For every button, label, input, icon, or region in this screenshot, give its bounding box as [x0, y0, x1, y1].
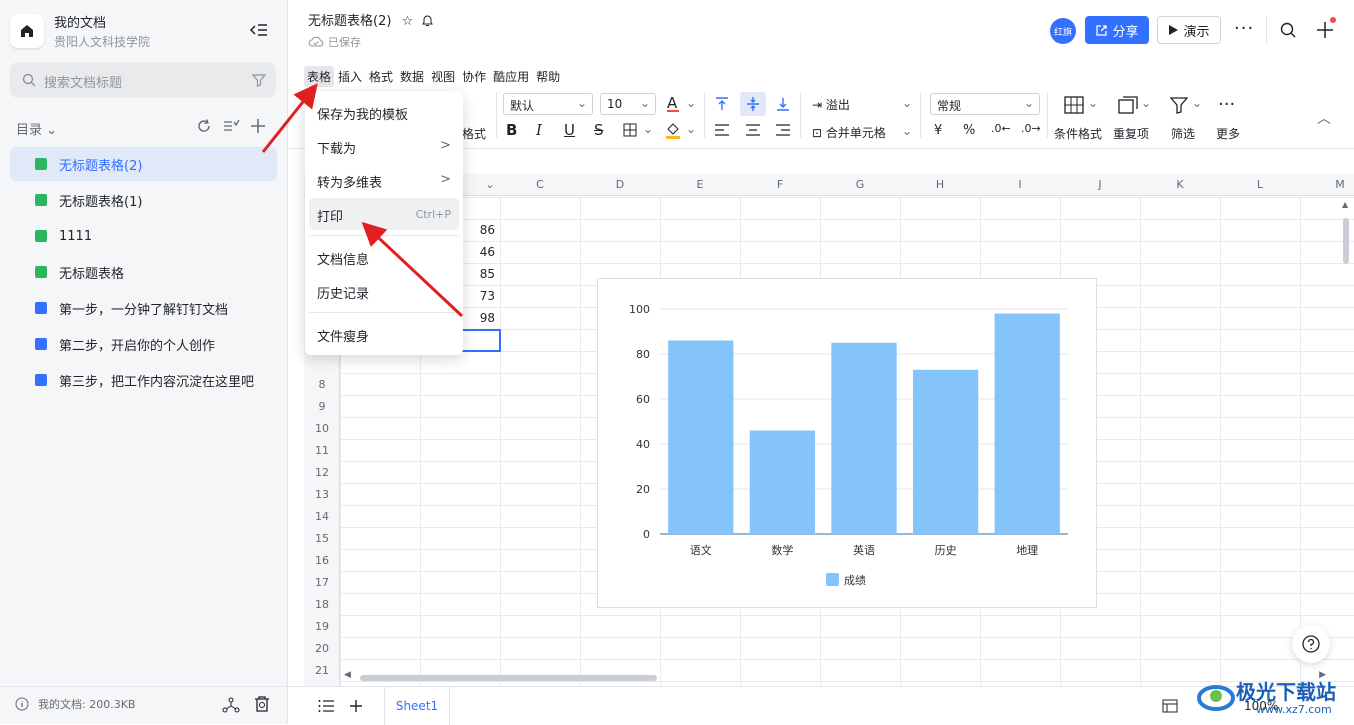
help-button[interactable]: [1292, 625, 1330, 663]
annotation-arrows: [261, 83, 464, 318]
watermark-logo: 极光下载站 www.xz7.com: [1196, 670, 1346, 722]
watermark-swirl-icon: [1197, 685, 1235, 711]
help-icon: [1302, 635, 1320, 653]
layout-icon[interactable]: [1162, 699, 1178, 713]
sheet-list-icon[interactable]: [318, 699, 334, 713]
add-sheet-icon[interactable]: [349, 699, 363, 713]
scroll-up-icon[interactable]: ▲: [1342, 200, 1348, 209]
arrow-to-print: [361, 221, 464, 318]
sheet-bar: Sheet1 100%: [288, 686, 1354, 725]
horizontal-scrollbar[interactable]: ◀ ▶: [340, 670, 1330, 684]
arrow-to-table-menu: [261, 83, 318, 153]
watermark-text: 极光下载站: [1236, 680, 1336, 704]
vertical-scrollbar[interactable]: ▲: [1340, 196, 1352, 672]
scroll-left-icon[interactable]: ◀: [344, 670, 351, 680]
watermark-url: www.xz7.com: [1256, 703, 1332, 716]
sheet-tab[interactable]: Sheet1: [384, 687, 450, 725]
